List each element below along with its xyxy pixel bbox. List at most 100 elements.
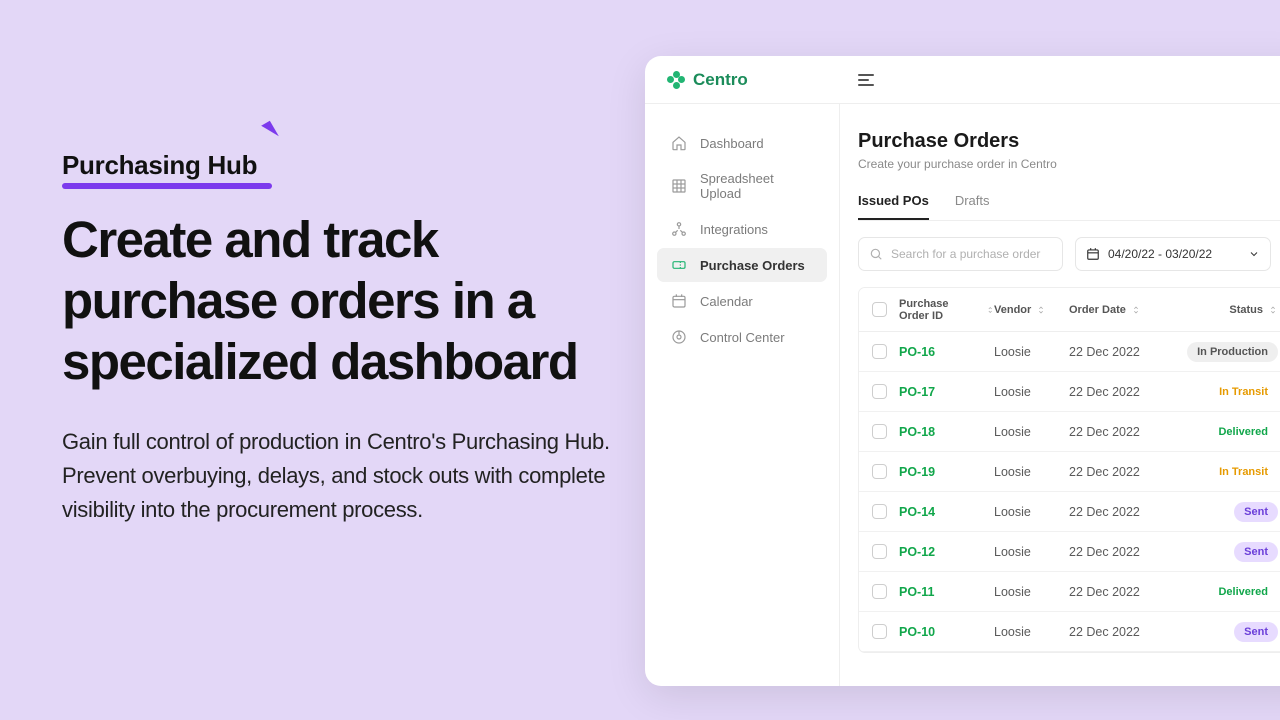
po-status: In Production	[1189, 342, 1280, 362]
page-title: Purchase Orders	[858, 130, 1280, 153]
po-status: Delivered	[1189, 582, 1280, 602]
column-status[interactable]: Status	[1189, 304, 1280, 316]
badge-underline-decor	[62, 183, 272, 189]
table-row[interactable]: PO-14Loosie22 Dec 2022Sent	[859, 492, 1280, 532]
table-header-row: Purchase Order ID Vendor Order Date Stat…	[859, 288, 1280, 332]
table-row[interactable]: PO-12Loosie22 Dec 2022Sent	[859, 532, 1280, 572]
table-row[interactable]: PO-10Loosie22 Dec 2022Sent	[859, 612, 1280, 652]
po-order-date: 22 Dec 2022	[1069, 625, 1189, 639]
po-order-date: 22 Dec 2022	[1069, 345, 1189, 359]
sidebar-item-label: Spreadsheet Upload	[700, 171, 813, 201]
po-id: PO-10	[899, 625, 994, 639]
row-checkbox[interactable]	[859, 384, 899, 399]
search-input[interactable]: Search for a purchase order	[858, 237, 1063, 271]
po-status: In Transit	[1189, 462, 1280, 482]
po-vendor: Loosie	[994, 465, 1069, 479]
sidebar-item-label: Control Center	[700, 330, 785, 345]
brand-name: Centro	[693, 70, 748, 90]
toolbar: Search for a purchase order 04/20/22 - 0…	[858, 237, 1280, 271]
table-row[interactable]: PO-19Loosie22 Dec 2022In Transit	[859, 452, 1280, 492]
po-status: In Transit	[1189, 382, 1280, 402]
po-vendor: Loosie	[994, 545, 1069, 559]
sort-icon	[1036, 305, 1046, 315]
po-id: PO-11	[899, 585, 994, 599]
po-order-date: 22 Dec 2022	[1069, 545, 1189, 559]
sort-icon	[1131, 305, 1141, 315]
sidebar-item-calendar[interactable]: Calendar	[657, 284, 827, 318]
po-status: Sent	[1189, 622, 1280, 642]
sidebar-item-integrations[interactable]: Integrations	[657, 212, 827, 246]
sidebar-item-label: Dashboard	[700, 136, 764, 151]
calendar-icon	[1086, 247, 1100, 261]
po-order-date: 22 Dec 2022	[1069, 585, 1189, 599]
row-checkbox[interactable]	[859, 584, 899, 599]
column-po-id[interactable]: Purchase Order ID	[899, 298, 994, 322]
app-window: Centro Dashboard Spreadsheet Upload Integr…	[645, 56, 1280, 686]
table-row[interactable]: PO-16Loosie22 Dec 2022In Production	[859, 332, 1280, 372]
tab-drafts[interactable]: Drafts	[955, 193, 990, 220]
brand-bar: Centro	[645, 56, 840, 104]
page-subtitle: Create your purchase order in Centro	[858, 157, 1280, 171]
po-order-date: 22 Dec 2022	[1069, 465, 1189, 479]
po-status: Sent	[1189, 542, 1280, 562]
sidebar-item-dashboard[interactable]: Dashboard	[657, 126, 827, 160]
purchase-orders-table: Purchase Order ID Vendor Order Date Stat…	[858, 287, 1280, 653]
table-row[interactable]: PO-18Loosie22 Dec 2022Delivered	[859, 412, 1280, 452]
po-vendor: Loosie	[994, 345, 1069, 359]
home-icon	[671, 135, 687, 151]
search-placeholder: Search for a purchase order	[891, 247, 1040, 261]
po-order-date: 22 Dec 2022	[1069, 505, 1189, 519]
table-row[interactable]: PO-17Loosie22 Dec 2022In Transit	[859, 372, 1280, 412]
section-badge: Purchasing Hub	[62, 150, 257, 181]
ctrl-icon	[671, 329, 687, 345]
column-order-date[interactable]: Order Date	[1069, 304, 1189, 316]
po-status: Sent	[1189, 502, 1280, 522]
menu-toggle-icon[interactable]	[858, 74, 874, 86]
po-order-date: 22 Dec 2022	[1069, 385, 1189, 399]
po-vendor: Loosie	[994, 625, 1069, 639]
table-row[interactable]: PO-11Loosie22 Dec 2022Delivered	[859, 572, 1280, 612]
po-order-date: 22 Dec 2022	[1069, 425, 1189, 439]
po-id: PO-12	[899, 545, 994, 559]
sidebar-item-purchase-orders[interactable]: Purchase Orders	[657, 248, 827, 282]
ticket-icon	[671, 257, 687, 273]
sidebar: Dashboard Spreadsheet Upload Integrations P…	[645, 104, 840, 686]
sort-icon	[1268, 305, 1278, 315]
tabs: Issued POs Drafts	[858, 193, 1280, 221]
sidebar-item-spreadsheet-upload[interactable]: Spreadsheet Upload	[657, 162, 827, 210]
row-checkbox[interactable]	[859, 424, 899, 439]
sidebar-item-label: Calendar	[700, 294, 753, 309]
cal-icon	[671, 293, 687, 309]
brand-logo-icon	[667, 71, 685, 89]
row-checkbox[interactable]	[859, 544, 899, 559]
chevron-down-icon	[1248, 248, 1260, 260]
tab-issued-pos[interactable]: Issued POs	[858, 193, 929, 220]
sort-icon	[986, 305, 994, 315]
po-vendor: Loosie	[994, 585, 1069, 599]
row-checkbox[interactable]	[859, 464, 899, 479]
po-status: Delivered	[1189, 422, 1280, 442]
sidebar-item-label: Integrations	[700, 222, 768, 237]
top-bar	[840, 56, 1280, 104]
int-icon	[671, 221, 687, 237]
po-vendor: Loosie	[994, 425, 1069, 439]
grid-icon	[671, 178, 687, 194]
select-all-checkbox[interactable]	[859, 302, 899, 317]
headline: Create and track purchase orders in a sp…	[62, 209, 622, 393]
date-range-picker[interactable]: 04/20/22 - 03/20/22	[1075, 237, 1271, 271]
sidebar-item-label: Purchase Orders	[700, 258, 805, 273]
badge-arrow-icon	[261, 121, 279, 142]
column-vendor[interactable]: Vendor	[994, 304, 1069, 316]
row-checkbox[interactable]	[859, 504, 899, 519]
main-content: Purchase Orders Create your purchase ord…	[840, 104, 1280, 686]
row-checkbox[interactable]	[859, 624, 899, 639]
subheadline: Gain full control of production in Centr…	[62, 425, 622, 527]
po-id: PO-18	[899, 425, 994, 439]
sidebar-item-control-center[interactable]: Control Center	[657, 320, 827, 354]
po-id: PO-16	[899, 345, 994, 359]
landing-panel: Purchasing Hub Create and track purchase…	[62, 150, 622, 527]
row-checkbox[interactable]	[859, 344, 899, 359]
date-range-value: 04/20/22 - 03/20/22	[1108, 247, 1212, 261]
search-icon	[869, 247, 883, 261]
section-badge-label: Purchasing Hub	[62, 150, 257, 180]
